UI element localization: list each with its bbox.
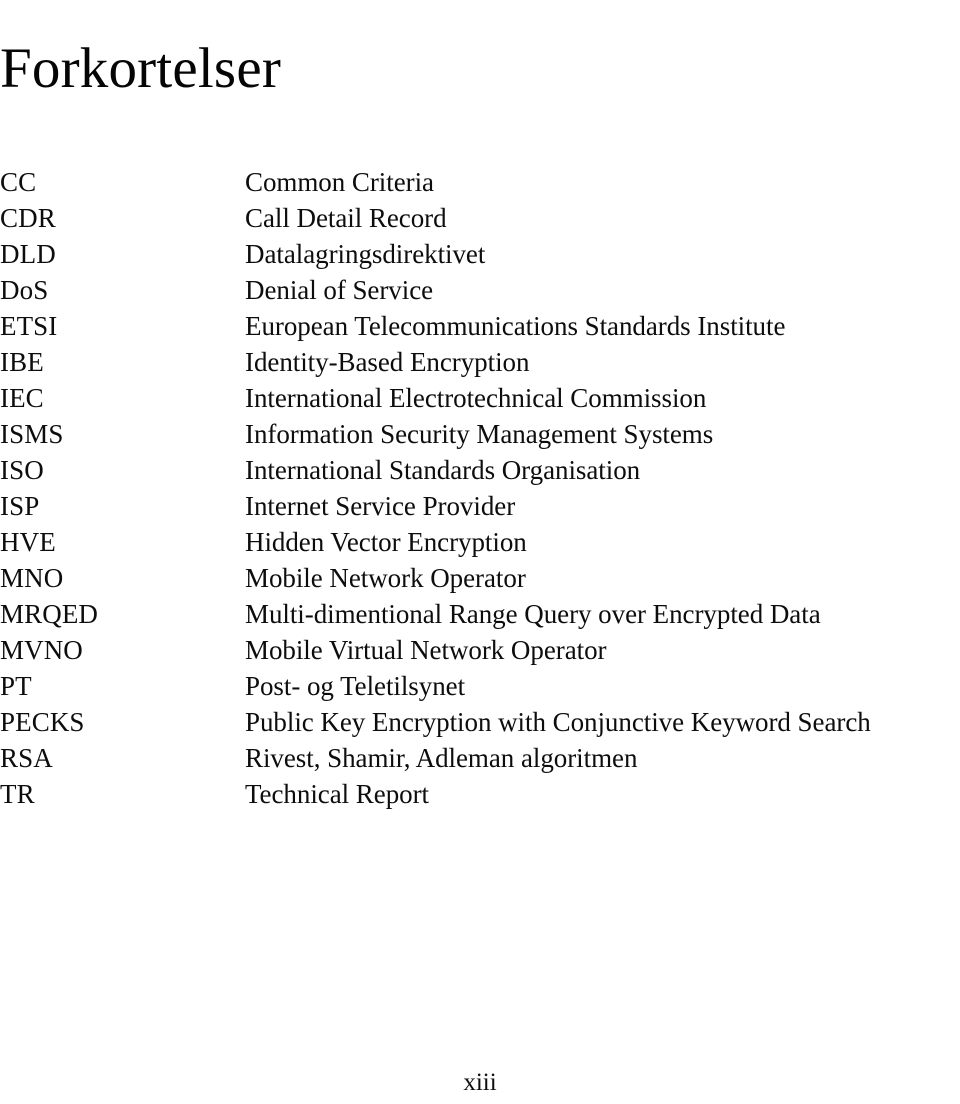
abbreviation-term: ETSI	[0, 311, 58, 341]
abbreviation-row: MRQED Multi-dimentional Range Query over …	[0, 596, 960, 632]
abbreviation-term: DLD	[0, 239, 56, 269]
abbreviation-term: RSA	[0, 743, 53, 773]
abbreviation-definition: Common Criteria	[245, 167, 434, 197]
abbreviation-definition: Public Key Encryption with Conjunctive K…	[245, 707, 871, 737]
abbreviation-term: MNO	[0, 563, 64, 593]
abbreviation-row: DLD Datalagringsdirektivet	[0, 236, 960, 272]
abbreviation-term: MRQED	[0, 599, 99, 629]
abbreviation-definition: International Electrotechnical Commissio…	[245, 383, 707, 413]
abbreviation-definition: European Telecommunications Standards In…	[245, 311, 786, 341]
abbreviation-row: RSA Rivest, Shamir, Adleman algoritmen	[0, 740, 960, 776]
abbreviation-definition: Datalagringsdirektivet	[245, 239, 486, 269]
abbreviation-term: CC	[0, 167, 37, 197]
page-number: xiii	[463, 1069, 497, 1096]
abbreviation-term: DoS	[0, 275, 49, 305]
abbreviation-definition: Mobile Virtual Network Operator	[245, 635, 607, 665]
document-page: Forkortelser CC Common Criteria CDR Call De…	[0, 0, 960, 1104]
abbreviation-row: ISP Internet Service Provider	[0, 488, 960, 524]
abbreviation-term: PECKS	[0, 707, 85, 737]
abbreviation-row: TR Technical Report	[0, 776, 960, 812]
abbreviation-row: IBE Identity-Based Encryption	[0, 344, 960, 380]
abbreviation-term: ISMS	[0, 419, 64, 449]
abbreviation-term: PT	[0, 671, 32, 701]
abbreviation-row: MNO Mobile Network Operator	[0, 560, 960, 596]
abbreviation-term: IBE	[0, 347, 44, 377]
abbreviation-definition: Hidden Vector Encryption	[245, 527, 527, 557]
abbreviation-row: ISMS Information Security Management Syst…	[0, 416, 960, 452]
abbreviation-row: CDR Call Detail Record	[0, 200, 960, 236]
abbreviation-definition: Mobile Network Operator	[245, 563, 526, 593]
abbreviation-term: ISO	[0, 455, 44, 485]
abbreviation-term: ISP	[0, 491, 40, 521]
abbreviation-term: HVE	[0, 527, 56, 557]
abbreviation-term: TR	[0, 779, 35, 809]
abbreviation-row: DoS Denial of Service	[0, 272, 960, 308]
abbreviation-term: CDR	[0, 203, 56, 233]
page-title: Forkortelser	[0, 37, 281, 101]
abbreviation-list: CC Common Criteria CDR Call Detail Record DL…	[0, 164, 960, 812]
abbreviation-definition: Identity-Based Encryption	[245, 347, 530, 377]
abbreviation-definition: Call Detail Record	[245, 203, 447, 233]
abbreviation-definition: Post- og Teletilsynet	[245, 671, 466, 701]
abbreviation-row: CC Common Criteria	[0, 164, 960, 200]
abbreviation-definition: Denial of Service	[245, 275, 434, 305]
abbreviation-definition: Internet Service Provider	[245, 491, 516, 521]
abbreviation-row: HVE Hidden Vector Encryption	[0, 524, 960, 560]
abbreviation-row: MVNO Mobile Virtual Network Operator	[0, 632, 960, 668]
abbreviation-definition: Multi-dimentional Range Query over Encry…	[245, 599, 821, 629]
abbreviation-definition: International Standards Organisation	[245, 455, 641, 485]
abbreviation-definition: Information Security Management Systems	[245, 419, 714, 449]
abbreviation-row: PT Post- og Teletilsynet	[0, 668, 960, 704]
abbreviation-row: IEC International Electrotechnical Commis…	[0, 380, 960, 416]
abbreviation-row: ETSI European Telecommunications Standard…	[0, 308, 960, 344]
abbreviation-row: ISO International Standards Organisation	[0, 452, 960, 488]
abbreviation-term: IEC	[0, 383, 44, 413]
abbreviation-definition: Technical Report	[245, 779, 429, 809]
abbreviation-row: PECKS Public Key Encryption with Conjunct…	[0, 704, 960, 740]
abbreviation-definition: Rivest, Shamir, Adleman algoritmen	[245, 743, 638, 773]
abbreviation-term: MVNO	[0, 635, 83, 665]
